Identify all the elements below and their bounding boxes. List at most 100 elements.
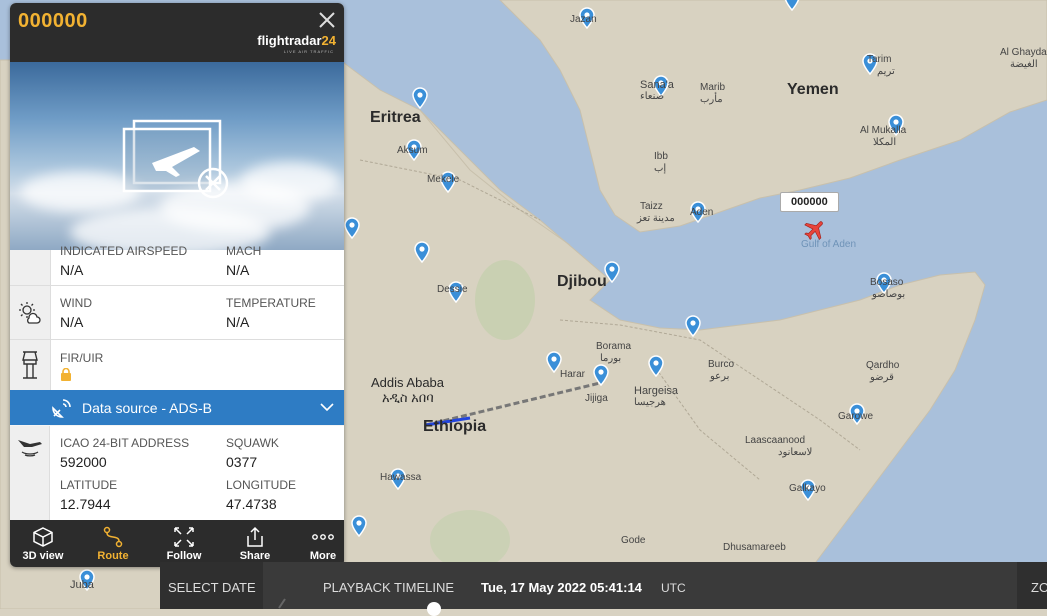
chevron-down-icon bbox=[320, 403, 334, 412]
city-label-laascaanood-ar: لاسعانود bbox=[778, 447, 813, 458]
city-label-juba: Juba bbox=[70, 579, 94, 591]
share-icon bbox=[247, 526, 263, 547]
icao-row: ICAO 24-BIT ADDRESS 592000 SQUAWK 0377 L… bbox=[10, 426, 344, 520]
playback-timeline-label: PLAYBACK TIMELINE bbox=[323, 580, 455, 595]
country-label-ethiopia: Ethiopia bbox=[423, 418, 487, 435]
zoom-panel[interactable]: ZO bbox=[1017, 562, 1047, 609]
brand-main: flightradar bbox=[257, 33, 322, 48]
brand-subtitle: LIVE AIR TRAFFIC bbox=[283, 49, 334, 54]
share-label: Share bbox=[239, 550, 271, 562]
panel-toolbar: 3D view Route Follow Share More bbox=[10, 520, 344, 567]
squawk-label: SQUAWK bbox=[226, 436, 279, 450]
wind-row: WIND N/A TEMPERATURE N/A bbox=[10, 286, 344, 340]
callsign: 000000 bbox=[18, 10, 88, 32]
longitude-label: LONGITUDE bbox=[226, 478, 297, 492]
chevron-left-icon[interactable] bbox=[275, 598, 289, 609]
playback-time: Tue, 17 May 2022 05:41:14 bbox=[481, 580, 642, 595]
airport-pin-icon[interactable] bbox=[411, 87, 429, 109]
city-label-hargeisa-ar: هرجيسا bbox=[634, 397, 666, 408]
city-label-ibb: Ibb bbox=[654, 151, 668, 162]
airspeed-label: INDICATED AIRSPEED bbox=[60, 244, 188, 258]
3d-view-label: 3D view bbox=[22, 550, 64, 562]
city-label-al-ghayda-ar: الغيضة bbox=[1010, 59, 1038, 70]
wind-label: WIND bbox=[60, 296, 92, 310]
wind-value: N/A bbox=[60, 314, 84, 330]
route-label: Route bbox=[97, 550, 129, 562]
city-label-addis-am: አዲስ አበባ bbox=[382, 390, 434, 405]
city-label-qardho-ar: قرضو bbox=[870, 372, 894, 383]
data-source-toggle[interactable]: Data source - ADS-B bbox=[10, 390, 344, 425]
city-label-mekele: Mekele bbox=[427, 174, 460, 185]
city-label-taizz: Taizz bbox=[640, 201, 663, 212]
city-label-hargeisa: Hargeisa bbox=[634, 385, 679, 397]
weather-icon bbox=[19, 301, 41, 324]
more-button[interactable]: More bbox=[290, 520, 344, 567]
latitude-value: 12.7944 bbox=[60, 496, 111, 512]
fir-row: FIR/UIR bbox=[10, 340, 344, 391]
city-label-qardho: Qardho bbox=[866, 360, 900, 371]
city-label-sanaa-ar: صنعاء bbox=[640, 91, 665, 102]
close-icon[interactable] bbox=[318, 11, 336, 29]
lock-icon[interactable] bbox=[60, 368, 72, 381]
city-label-taizz-ar: مدينة تعز bbox=[637, 213, 675, 224]
airspeed-row: INDICATED AIRSPEED N/A MACH N/A bbox=[10, 244, 344, 286]
cube-icon bbox=[33, 527, 53, 547]
more-icon bbox=[312, 534, 334, 540]
country-label-djibouti: Djibou bbox=[557, 273, 607, 290]
icao-label: ICAO 24-BIT ADDRESS bbox=[60, 436, 190, 450]
route-icon bbox=[103, 526, 123, 548]
airport-pin-icon[interactable] bbox=[684, 315, 702, 337]
country-label-eritrea: Eritrea bbox=[370, 109, 421, 126]
city-label-garowe: Garowe bbox=[838, 411, 874, 422]
city-label-marib: Marib bbox=[700, 82, 726, 93]
mach-value: N/A bbox=[226, 262, 250, 278]
no-photo-icon bbox=[122, 119, 229, 199]
airport-pin-icon[interactable] bbox=[783, 0, 801, 11]
airport-pin-icon[interactable] bbox=[343, 217, 361, 239]
city-label-ibb-ar: إب bbox=[654, 163, 667, 174]
aircraft-photo-placeholder bbox=[10, 62, 344, 250]
squawk-value: 0377 bbox=[226, 454, 258, 470]
aircraft-signal-icon bbox=[17, 440, 42, 457]
city-label-dhusamareeb: Dhusamareeb bbox=[723, 542, 786, 553]
airport-pin-icon[interactable] bbox=[413, 241, 431, 263]
city-label-burco-ar: برعو bbox=[710, 371, 730, 382]
temperature-label: TEMPERATURE bbox=[226, 296, 316, 310]
icao-value: 592000 bbox=[60, 454, 107, 470]
city-label-gode: Gode bbox=[621, 535, 646, 546]
city-label-al-mukalla-ar: المكلا bbox=[873, 137, 897, 148]
city-label-aksum: Aksum bbox=[397, 145, 428, 156]
cloud-shape bbox=[240, 162, 340, 202]
longitude-value: 47.4738 bbox=[226, 496, 277, 512]
fir-label: FIR/UIR bbox=[60, 351, 104, 365]
satellite-dish-icon bbox=[52, 399, 71, 418]
follow-button[interactable]: Follow bbox=[151, 520, 217, 567]
share-button[interactable]: Share bbox=[222, 520, 288, 567]
follow-label: Follow bbox=[166, 550, 202, 562]
select-date-button[interactable]: SELECT DATE bbox=[160, 562, 263, 609]
city-label-bosaso-ar: بوصاصو bbox=[872, 289, 906, 300]
city-label-tarim-ar: تريم bbox=[877, 66, 895, 77]
timeline-slider-handle[interactable] bbox=[427, 602, 441, 616]
city-label-addis: Addis Ababa bbox=[371, 375, 445, 390]
country-label-yemen: Yemen bbox=[787, 81, 839, 98]
city-label-borama: Borama bbox=[596, 341, 632, 352]
icao-row-icon-cell bbox=[10, 426, 50, 520]
city-label-harar: Harar bbox=[560, 369, 586, 380]
select-date-label: SELECT DATE bbox=[168, 580, 256, 595]
brand-logo: flightradar24 bbox=[257, 33, 336, 48]
city-label-borama-ar: بورما bbox=[600, 353, 622, 364]
city-label-al-ghayda: Al Ghayda bbox=[1000, 47, 1047, 58]
wind-row-icon-cell bbox=[10, 286, 51, 339]
latitude-label: LATITUDE bbox=[60, 478, 118, 492]
3d-view-button[interactable]: 3D view bbox=[10, 520, 76, 567]
city-label-burco: Burco bbox=[708, 359, 735, 370]
airport-pin-icon[interactable] bbox=[350, 515, 368, 537]
route-button[interactable]: Route bbox=[80, 520, 146, 567]
city-label-laascaanood: Laascaanood bbox=[745, 435, 806, 446]
flight-info-panel: 000000 flightradar24 LIVE AIR TRAFFIC IN… bbox=[10, 3, 344, 567]
airport-pin-icon[interactable] bbox=[592, 364, 610, 386]
aircraft-label[interactable]: 000000 bbox=[780, 192, 839, 212]
aircraft-icon[interactable] bbox=[801, 218, 827, 244]
airport-pin-icon[interactable] bbox=[647, 355, 665, 377]
